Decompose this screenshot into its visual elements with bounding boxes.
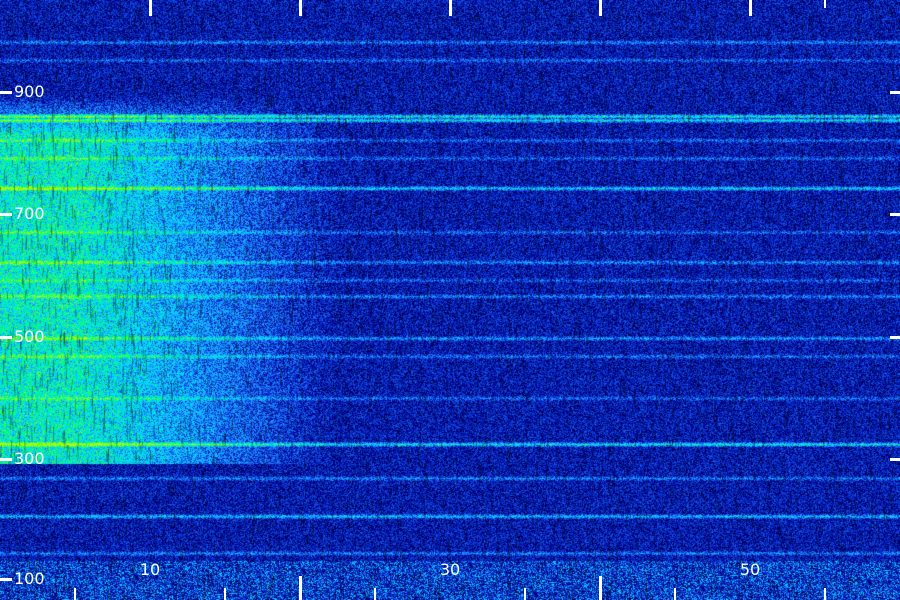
spectrogram-image xyxy=(0,0,900,600)
spectrogram-view: 900 700 500 300 100 10 30 50 xyxy=(0,0,900,600)
